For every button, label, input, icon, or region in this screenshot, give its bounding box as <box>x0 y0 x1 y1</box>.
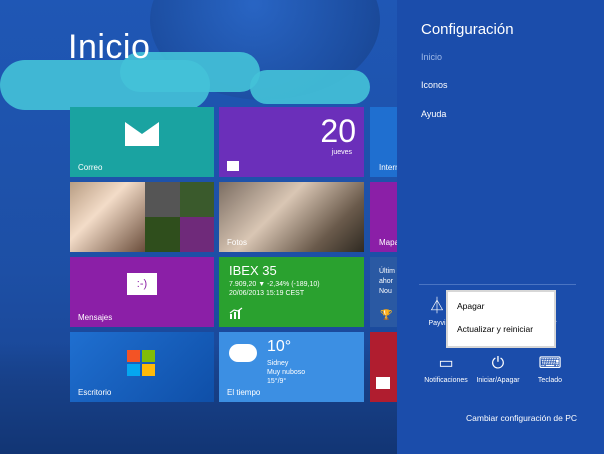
person-photo <box>70 182 145 252</box>
messaging-icon: :-) <box>127 273 157 295</box>
weather-city: Sidney <box>267 360 289 367</box>
person-photo <box>180 182 214 217</box>
tile-partial[interactable] <box>370 332 397 402</box>
tile-label: Fotos <box>227 238 248 247</box>
settings-title: Configuración <box>421 21 514 38</box>
calendar-icon <box>227 161 239 171</box>
tile-label: Correo <box>78 163 103 172</box>
tile-calendar[interactable]: 20 jueves <box>219 107 364 177</box>
network-label: Payvi <box>428 320 446 327</box>
person-photo <box>145 182 180 217</box>
finance-time: 20/06/2013 15:19 CEST <box>229 290 305 297</box>
settings-link-iconos[interactable]: Iconos <box>421 80 448 90</box>
menu-item-shutdown[interactable]: Apagar <box>457 301 484 311</box>
settings-link-inicio[interactable]: Inicio <box>421 52 442 62</box>
tile-desktop[interactable]: Escritorio <box>70 332 214 402</box>
tile-label: Mapa <box>379 238 397 247</box>
windows-logo-icon <box>127 350 155 376</box>
mail-icon <box>125 122 159 146</box>
change-pc-settings-link[interactable]: Cambiar configuración de PC <box>466 413 577 423</box>
keyboard-button[interactable]: ⌨ Teclado <box>519 355 581 384</box>
cloud-icon <box>229 344 257 362</box>
tile-photos[interactable]: Fotos <box>219 182 364 252</box>
tile-maps[interactable]: Mapa <box>370 182 397 252</box>
keyboard-label: Teclado <box>537 377 563 384</box>
settings-link-ayuda[interactable]: Ayuda <box>421 109 446 119</box>
weather-range: 15°/9° <box>267 378 287 385</box>
tile-label: Mensajes <box>78 313 113 322</box>
trophy-icon: 🏆 <box>380 310 393 321</box>
menu-item-restart[interactable]: Actualizar y reiniciar <box>457 324 533 334</box>
settings-panel: Configuración Inicio Iconos Ayuda ⏃ Payv… <box>397 0 604 454</box>
keyboard-icon: ⌨ <box>538 355 562 372</box>
background-cloud <box>250 70 370 104</box>
calendar-day-number: 20 <box>320 113 356 149</box>
tile-icon <box>376 377 390 389</box>
news-line: Nou <box>379 288 392 295</box>
tile-messages[interactable]: :-) Mensajes <box>70 257 214 327</box>
person-photo <box>180 217 214 252</box>
news-line: Últim <box>379 268 395 275</box>
chart-icon <box>229 307 243 319</box>
news-line: ahor <box>379 278 394 285</box>
tile-people[interactable] <box>70 182 214 252</box>
tile-mail[interactable]: Correo <box>70 107 214 177</box>
finance-index-name: IBEX 35 <box>229 263 277 278</box>
panel-divider <box>419 284 576 285</box>
tile-weather[interactable]: 10° Sidney Muy nuboso 15°/9° El tiempo <box>219 332 364 402</box>
finance-value: 7.909,20 ▼ -2,34% (-189,10) <box>229 281 320 288</box>
weather-temperature: 10° <box>267 338 292 355</box>
notifications-label: Notificaciones <box>424 377 468 384</box>
tile-finance[interactable]: IBEX 35 7.909,20 ▼ -2,34% (-189,10) 20/0… <box>219 257 364 327</box>
tile-label: Intern <box>379 163 397 172</box>
person-photo <box>145 217 180 252</box>
weather-condition: Muy nuboso <box>267 369 306 376</box>
tile-label: El tiempo <box>227 388 261 397</box>
start-title: Inicio <box>68 28 151 66</box>
power-menu: Apagar Actualizar y reiniciar <box>446 290 556 348</box>
calendar-weekday: jueves <box>331 149 352 156</box>
tile-internet[interactable]: Intern <box>370 107 397 177</box>
tile-label: Escritorio <box>78 388 112 397</box>
tile-news[interactable]: Últim ahor Nou 🏆 <box>370 257 397 327</box>
power-label: Iniciar/Apagar <box>476 377 520 384</box>
